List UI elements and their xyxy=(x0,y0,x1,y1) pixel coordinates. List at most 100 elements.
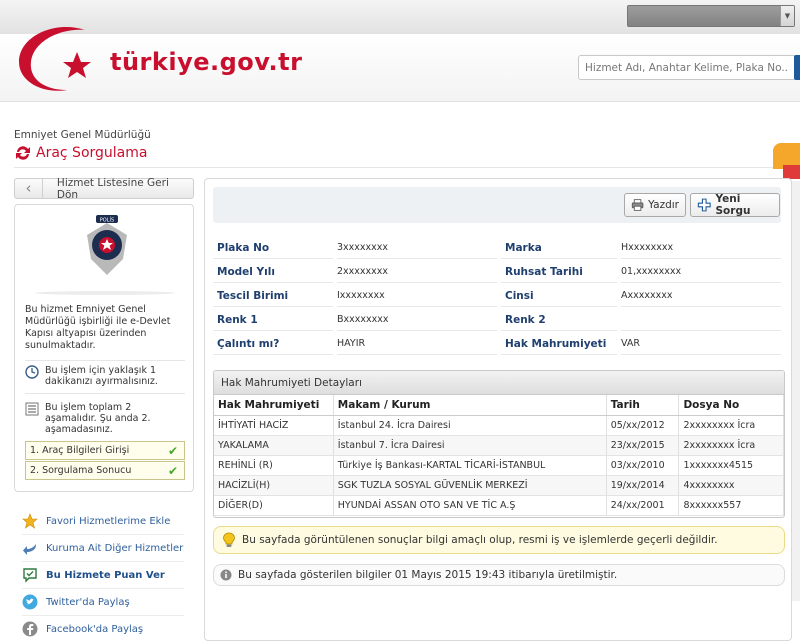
detail-row: Tescil Birimi Ixxxxxxxx Cinsi Axxxxxxxx xyxy=(213,284,781,308)
result-toolbar: Yazdır Yeni Sorgu xyxy=(213,187,781,223)
disclaimer-notice: Bu sayfada görüntülenen sonuçlar bilgi a… xyxy=(213,526,785,554)
detail-label: Marka xyxy=(501,237,617,259)
star-icon xyxy=(22,513,38,529)
restriction-title: Hak Mahrumiyeti Detayları xyxy=(214,371,784,395)
table-cell: 03/xx/2010 xyxy=(606,455,680,476)
divider xyxy=(25,393,185,394)
other-services-link[interactable]: Kuruma Ait Diğer Hizmetler xyxy=(22,535,184,562)
duration-info: Bu işlem için yaklaşık 1 dakikanızı ayır… xyxy=(25,365,185,387)
back-to-list-button[interactable]: ‹ Hizmet Listesine Geri Dön xyxy=(14,176,194,201)
detail-label: Hak Mahrumiyeti xyxy=(501,333,617,355)
table-cell: REHİNLİ (R) xyxy=(214,455,334,476)
table-cell: İstanbul 24. İcra Dairesi xyxy=(333,415,607,436)
decorative-tab xyxy=(783,165,800,179)
favorite-link[interactable]: Favori Hizmetlerime Ekle xyxy=(22,508,184,535)
table-cell: SGK TUZLA SOSYAL GÜVENLİK MERKEZİ xyxy=(333,475,607,496)
detail-label: Renk 2 xyxy=(501,309,617,331)
detail-row: Plaka No 3xxxxxxxx Marka Hxxxxxxxx xyxy=(213,236,781,260)
new-query-label: Yeni Sorgu xyxy=(715,193,751,217)
table-cell: 4xxxxxxxx xyxy=(678,475,784,496)
facebook-icon xyxy=(22,621,38,637)
restriction-table: Hak Mahrumiyeti Makam / Kurum Tarih Dosy… xyxy=(214,395,784,516)
search-input[interactable] xyxy=(578,55,796,80)
link-label: Favori Hizmetlerime Ekle xyxy=(46,515,171,527)
duration-text: Bu işlem için yaklaşık 1 dakikanızı ayır… xyxy=(45,365,158,387)
table-cell: DİĞER(D) xyxy=(214,495,334,516)
table-cell: 8xxxxxx557 xyxy=(678,495,784,516)
detail-label: Tescil Birimi xyxy=(213,285,333,307)
table-cell: Türkiye İş Bankası-KARTAL TİCARİ-İSTANBU… xyxy=(333,455,607,476)
link-label: Twitter'da Paylaş xyxy=(46,596,130,608)
detail-label: Plaka No xyxy=(213,237,333,259)
service-info-box: POLİS Bu hizmet Emniyet Genel Müdürlüğü … xyxy=(14,204,194,492)
detail-label: Cinsi xyxy=(501,285,617,307)
table-row: HACİZLİ(H) SGK TUZLA SOSYAL GÜVENLİK MER… xyxy=(214,475,784,496)
twitter-share-link[interactable]: Twitter'da Paylaş xyxy=(22,589,184,616)
detail-value: 3xxxxxxxx xyxy=(337,237,497,259)
detail-label: Çalıntı mı? xyxy=(213,333,333,355)
detail-label: Ruhsat Tarihi xyxy=(501,261,617,283)
table-cell: HYUNDAİ ASSAN OTO SAN VE TİC A.Ş xyxy=(333,495,607,516)
clock-icon xyxy=(25,365,39,379)
brand-name[interactable]: türkiye.gov.tr xyxy=(110,48,302,76)
list-icon xyxy=(25,402,39,416)
lightbulb-icon xyxy=(223,532,235,547)
result-panel: Yazdır Yeni Sorgu Plaka No 3xxxxxxxx Mar… xyxy=(204,178,792,641)
column-header: Makam / Kurum xyxy=(333,395,607,416)
print-button[interactable]: Yazdır xyxy=(624,193,686,217)
link-label: Bu Hizmete Puan Ver xyxy=(46,569,165,581)
steps-text: Bu işlem toplam 2 aşamalıdır. Şu anda 2.… xyxy=(45,402,151,435)
detail-value: Axxxxxxxx xyxy=(621,285,781,307)
detail-value: 01,xxxxxxxx xyxy=(621,261,781,283)
column-header: Tarih xyxy=(606,395,680,416)
restriction-details: Hak Mahrumiyeti Detayları Hak Mahrumiyet… xyxy=(213,370,785,518)
detail-label: Renk 1 xyxy=(213,309,333,331)
table-row: İHTİYATİ HACİZ İstanbul 24. İcra Dairesi… xyxy=(214,415,784,436)
twitter-icon xyxy=(22,594,38,610)
table-cell: İHTİYATİ HACİZ xyxy=(214,415,334,436)
check-icon: ✔ xyxy=(167,443,178,458)
column-header: Dosya No xyxy=(678,395,784,416)
return-arrow-icon xyxy=(23,544,36,555)
table-cell: 2xxxxxxxx İcra xyxy=(678,435,784,456)
table-cell: 24/xx/2001 xyxy=(606,495,680,516)
rate-service-link[interactable]: Bu Hizmete Puan Ver xyxy=(22,562,184,589)
police-badge-icon: POLİS xyxy=(87,215,127,275)
chevron-down-icon[interactable]: ▼ xyxy=(780,6,794,26)
table-cell: 23/xx/2015 xyxy=(606,435,680,456)
new-query-button[interactable]: Yeni Sorgu xyxy=(690,193,780,217)
step-2: 2. Sorgulama Sonucu ✔ xyxy=(25,461,185,480)
steps-info: Bu işlem toplam 2 aşamalıdır. Şu anda 2.… xyxy=(25,402,185,435)
top-dropdown[interactable]: ▼ xyxy=(627,5,795,27)
detail-label: Model Yılı xyxy=(213,261,333,283)
plus-icon xyxy=(697,198,711,212)
generated-text: Bu sayfada gösterilen bilgiler 01 Mayıs … xyxy=(238,569,618,581)
table-cell: 1xxxxxxx4515 xyxy=(678,455,784,476)
detail-value xyxy=(621,309,781,331)
detail-row: Renk 1 Bxxxxxxxx Renk 2 xyxy=(213,308,781,332)
link-label: Facebook'da Paylaş xyxy=(46,623,144,635)
step-label: 2. Sorgulama Sonucu xyxy=(30,465,132,476)
table-cell: 05/xx/2012 xyxy=(606,415,680,436)
detail-row: Model Yılı 2xxxxxxxx Ruhsat Tarihi 01,xx… xyxy=(213,260,781,284)
search-button[interactable] xyxy=(794,55,800,80)
column-header: Hak Mahrumiyeti xyxy=(214,395,334,416)
divider xyxy=(25,360,185,361)
table-row: REHİNLİ (R) Türkiye İş Bankası-KARTAL Tİ… xyxy=(214,455,784,476)
table-row: YAKALAMA İstanbul 7. İcra Dairesi 23/xx/… xyxy=(214,435,784,456)
vehicle-details: Plaka No 3xxxxxxxx Marka Hxxxxxxxx Model… xyxy=(213,236,781,356)
back-button-label: Hizmet Listesine Geri Dön xyxy=(56,176,169,201)
generated-info: Bu sayfada gösterilen bilgiler 01 Mayıs … xyxy=(213,564,785,586)
service-description: Bu hizmet Emniyet Genel Müdürlüğü işbirl… xyxy=(25,304,171,351)
detail-value: HAYIR xyxy=(337,333,497,355)
detail-row: Çalıntı mı? HAYIR Hak Mahrumiyeti VAR xyxy=(213,332,781,356)
check-icon: ✔ xyxy=(167,463,178,478)
detail-value: VAR xyxy=(621,333,781,355)
printer-icon xyxy=(631,199,644,211)
facebook-share-link[interactable]: Facebook'da Paylaş xyxy=(22,616,184,641)
step-label: 1. Araç Bilgileri Girişi xyxy=(30,445,130,456)
svg-text:POLİS: POLİS xyxy=(100,217,114,224)
print-label: Yazdır xyxy=(648,199,679,211)
title-divider xyxy=(14,167,774,168)
turkiye-logo-icon[interactable] xyxy=(15,24,110,96)
